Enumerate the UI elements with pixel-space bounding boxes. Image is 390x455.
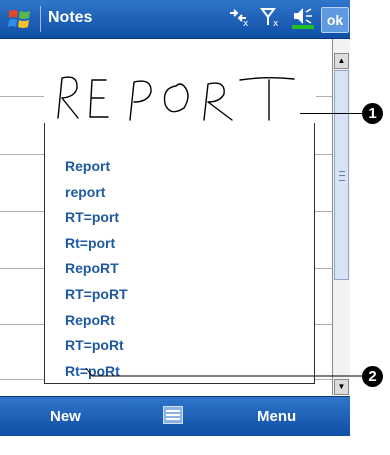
grip-icon bbox=[339, 171, 345, 181]
callout-1-line bbox=[300, 113, 362, 114]
keyboard-icon[interactable] bbox=[163, 406, 183, 424]
callout-2-badge: 2 bbox=[362, 366, 383, 387]
suggestion-item[interactable]: RT=poRT bbox=[65, 282, 215, 308]
handwriting-ink bbox=[44, 64, 316, 123]
new-button[interactable]: New bbox=[50, 408, 81, 425]
svg-text:x: x bbox=[243, 19, 249, 27]
menu-button[interactable]: Menu bbox=[257, 408, 296, 425]
vertical-scrollbar[interactable]: ▲ ▼ bbox=[332, 39, 350, 395]
suggestion-item[interactable]: RepoRT bbox=[65, 256, 215, 282]
windows-start-icon[interactable] bbox=[6, 5, 34, 33]
app-title: Notes bbox=[48, 9, 93, 26]
title-bar: Notes x x ok bbox=[0, 0, 350, 39]
suggestion-item[interactable]: RT=port bbox=[65, 205, 215, 231]
ok-button[interactable]: ok bbox=[321, 7, 349, 33]
callout-1-badge: 1 bbox=[362, 103, 383, 124]
scroll-thumb[interactable] bbox=[334, 70, 349, 280]
status-area: x x bbox=[228, 6, 314, 32]
suggestion-item[interactable]: Rt=port bbox=[65, 231, 215, 257]
volume-icon[interactable] bbox=[292, 5, 314, 34]
svg-text:x: x bbox=[273, 19, 279, 28]
suggestion-item[interactable]: RepoRt bbox=[65, 308, 215, 334]
connectivity-icon[interactable]: x bbox=[228, 7, 250, 32]
suggestion-item[interactable]: Report bbox=[65, 154, 215, 180]
menu-bar: New Menu bbox=[0, 396, 350, 436]
suggestion-list: Report report RT=port Rt=port RepoRT RT=… bbox=[65, 154, 215, 384]
signal-icon[interactable]: x bbox=[260, 6, 282, 33]
scroll-up-button[interactable]: ▲ bbox=[334, 53, 349, 69]
suggestion-item[interactable]: RT=poRt bbox=[65, 333, 215, 359]
title-separator bbox=[40, 6, 41, 32]
suggestion-item[interactable]: report bbox=[65, 180, 215, 206]
